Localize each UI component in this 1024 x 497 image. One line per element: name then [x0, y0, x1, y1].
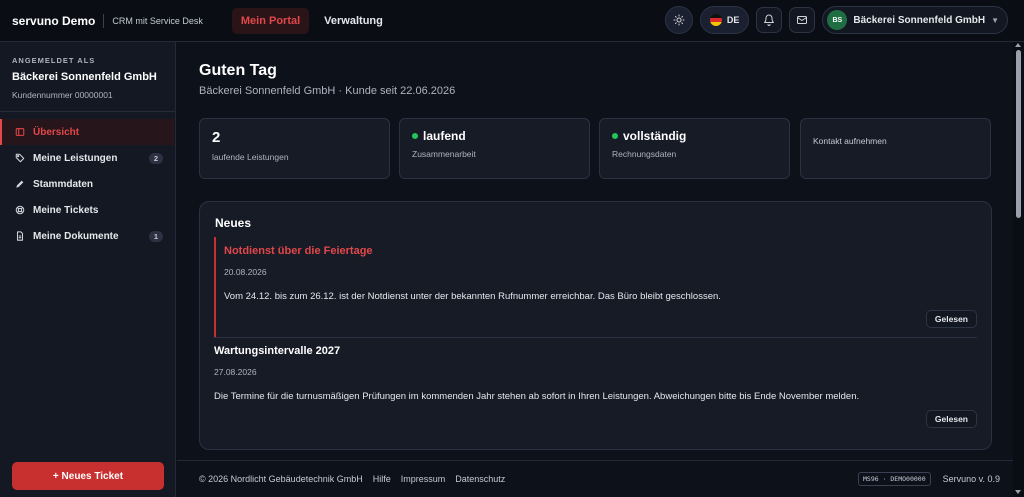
page-subtitle: Bäckerei Sonnenfeld GmbH · Kunde seit 22…	[199, 85, 456, 97]
sidebar-item-stammdaten[interactable]: Stammdaten	[0, 171, 175, 197]
footer-copyright: © 2026 Nordlicht Gebäudetechnik GmbH	[199, 474, 363, 484]
language-code: DE	[726, 15, 740, 25]
news-title: Neues	[215, 216, 252, 230]
tag-icon	[14, 152, 26, 164]
news-item-date: 27.08.2026	[214, 367, 257, 377]
mark-read-button[interactable]: Gelesen	[925, 310, 977, 328]
stat-value: laufend	[412, 129, 577, 143]
sidebar-item-label: Stammdaten	[33, 178, 94, 190]
build-badge: MS96 · DEMO00000	[858, 472, 931, 486]
messages-button[interactable]	[789, 7, 816, 33]
news-item-title: Wartungsintervalle 2027	[214, 345, 341, 357]
bell-icon	[764, 14, 775, 26]
sidebar-item-meine-dokumente[interactable]: Meine Dokumente 1	[0, 223, 175, 249]
page-title: Guten Tag	[199, 62, 277, 79]
mail-icon	[797, 16, 808, 24]
nav-item-mein-portal[interactable]: Mein Portal	[231, 7, 310, 34]
brand-name[interactable]: servuno Demo	[0, 14, 95, 28]
stat-value-text: laufend	[423, 129, 466, 143]
german-flag-icon	[709, 14, 722, 26]
stat-value: vollständig	[612, 129, 777, 143]
notifications-button[interactable]	[756, 7, 783, 33]
account-menu-button[interactable]: BS Bäckerei Sonnenfeld GmbH ▼	[822, 6, 1008, 34]
scroll-down-icon[interactable]	[1015, 490, 1021, 494]
brand-divider	[103, 13, 105, 28]
pencil-icon	[14, 178, 26, 190]
brand-subtitle: CRM mit Service Desk	[112, 15, 203, 26]
language-selector[interactable]: DE	[699, 6, 750, 34]
overview-icon	[14, 126, 26, 138]
main-nav: Mein Portal Verwaltung	[231, 7, 398, 34]
stat-label: laufende Leistungen	[212, 152, 289, 162]
theme-toggle-button[interactable]	[664, 6, 693, 34]
chevron-down-icon: ▼	[991, 15, 999, 25]
footer-link-hilfe[interactable]: Hilfe	[373, 474, 391, 484]
sidebar-item-label: Meine Leistungen	[33, 152, 118, 164]
customer-number: Kundennummer 00000001	[12, 90, 113, 100]
news-item-title: Notdienst über die Feiertage	[224, 245, 373, 257]
signed-in-panel: ANGEMELDET ALS Bäckerei Sonnenfeld GmbH …	[0, 42, 175, 112]
signed-in-label: ANGEMELDET ALS	[12, 56, 96, 65]
sidebar-item-uebersicht[interactable]: Übersicht	[0, 119, 174, 145]
contact-card[interactable]: Kontakt aufnehmen	[800, 118, 991, 179]
mark-read-button[interactable]: Gelesen	[925, 410, 977, 428]
stat-card-zusammenarbeit: laufend Zusammenarbeit	[399, 118, 590, 179]
status-dot-icon	[412, 133, 418, 139]
news-item: Notdienst über die Feiertage 20.08.2026 …	[214, 237, 977, 337]
news-item-text: Die Termine für die turnusmäßigen Prüfun…	[214, 391, 860, 402]
top-actions: DE BS Bäckerei Sonnenfeld GmbH ▼	[658, 6, 1008, 34]
scrollbar-thumb[interactable]	[1016, 50, 1021, 218]
news-divider	[214, 337, 977, 338]
count-badge: 1	[148, 230, 163, 242]
count-badge: 2	[148, 152, 163, 164]
footer-link-datenschutz[interactable]: Datenschutz	[455, 474, 505, 484]
sidebar-item-label: Übersicht	[33, 126, 80, 138]
sun-icon	[673, 14, 685, 26]
stat-card-leistungen[interactable]: 2 laufende Leistungen	[199, 118, 390, 179]
footer-link-impressum[interactable]: Impressum	[401, 474, 446, 484]
stat-card-rechnungsdaten: vollständig Rechnungsdaten	[599, 118, 790, 179]
document-icon	[14, 230, 26, 242]
new-ticket-button[interactable]: + Neues Ticket	[12, 462, 164, 490]
stat-label: Zusammenarbeit	[412, 149, 476, 159]
news-item-date: 20.08.2026	[224, 267, 267, 277]
stat-value-text: vollständig	[623, 129, 687, 143]
news-item-text: Vom 24.12. bis zum 26.12. ist der Notdie…	[224, 291, 721, 302]
top-bar: servuno Demo CRM mit Service Desk Mein P…	[0, 0, 1024, 42]
news-item: Wartungsintervalle 2027 27.08.2026 Die T…	[214, 345, 977, 435]
sidebar-item-label: Meine Tickets	[33, 204, 99, 216]
news-panel: Neues Notdienst über die Feiertage 20.08…	[199, 201, 992, 450]
version-label: Servuno v. 0.9	[942, 474, 1000, 484]
sidebar-item-meine-tickets[interactable]: Meine Tickets	[0, 197, 175, 223]
sidebar-item-meine-leistungen[interactable]: Meine Leistungen 2	[0, 145, 175, 171]
sidebar-item-label: Meine Dokumente	[33, 230, 119, 242]
stat-value: 2	[212, 129, 221, 146]
contact-link[interactable]: Kontakt aufnehmen	[813, 136, 978, 146]
scroll-up-icon[interactable]	[1015, 43, 1021, 47]
status-dot-icon	[612, 133, 618, 139]
main-content: Guten Tag Bäckerei Sonnenfeld GmbH · Kun…	[177, 42, 1013, 460]
stat-label: Rechnungsdaten	[612, 149, 677, 159]
sidebar: ANGEMELDET ALS Bäckerei Sonnenfeld GmbH …	[0, 42, 176, 497]
footer: © 2026 Nordlicht Gebäudetechnik GmbH Hil…	[177, 460, 1013, 497]
lifebuoy-icon	[14, 204, 26, 216]
sidebar-nav: Übersicht Meine Leistungen 2 Stammdaten …	[0, 112, 175, 249]
nav-item-verwaltung[interactable]: Verwaltung	[315, 8, 392, 34]
account-name: Bäckerei Sonnenfeld GmbH	[853, 14, 986, 26]
signed-in-company: Bäckerei Sonnenfeld GmbH	[12, 71, 157, 83]
page-scrollbar[interactable]	[1013, 42, 1024, 497]
footer-meta: MS96 · DEMO00000 Servuno v. 0.9	[858, 472, 1000, 486]
footer-links: © 2026 Nordlicht Gebäudetechnik GmbH Hil…	[199, 474, 515, 484]
avatar: BS	[827, 10, 848, 30]
